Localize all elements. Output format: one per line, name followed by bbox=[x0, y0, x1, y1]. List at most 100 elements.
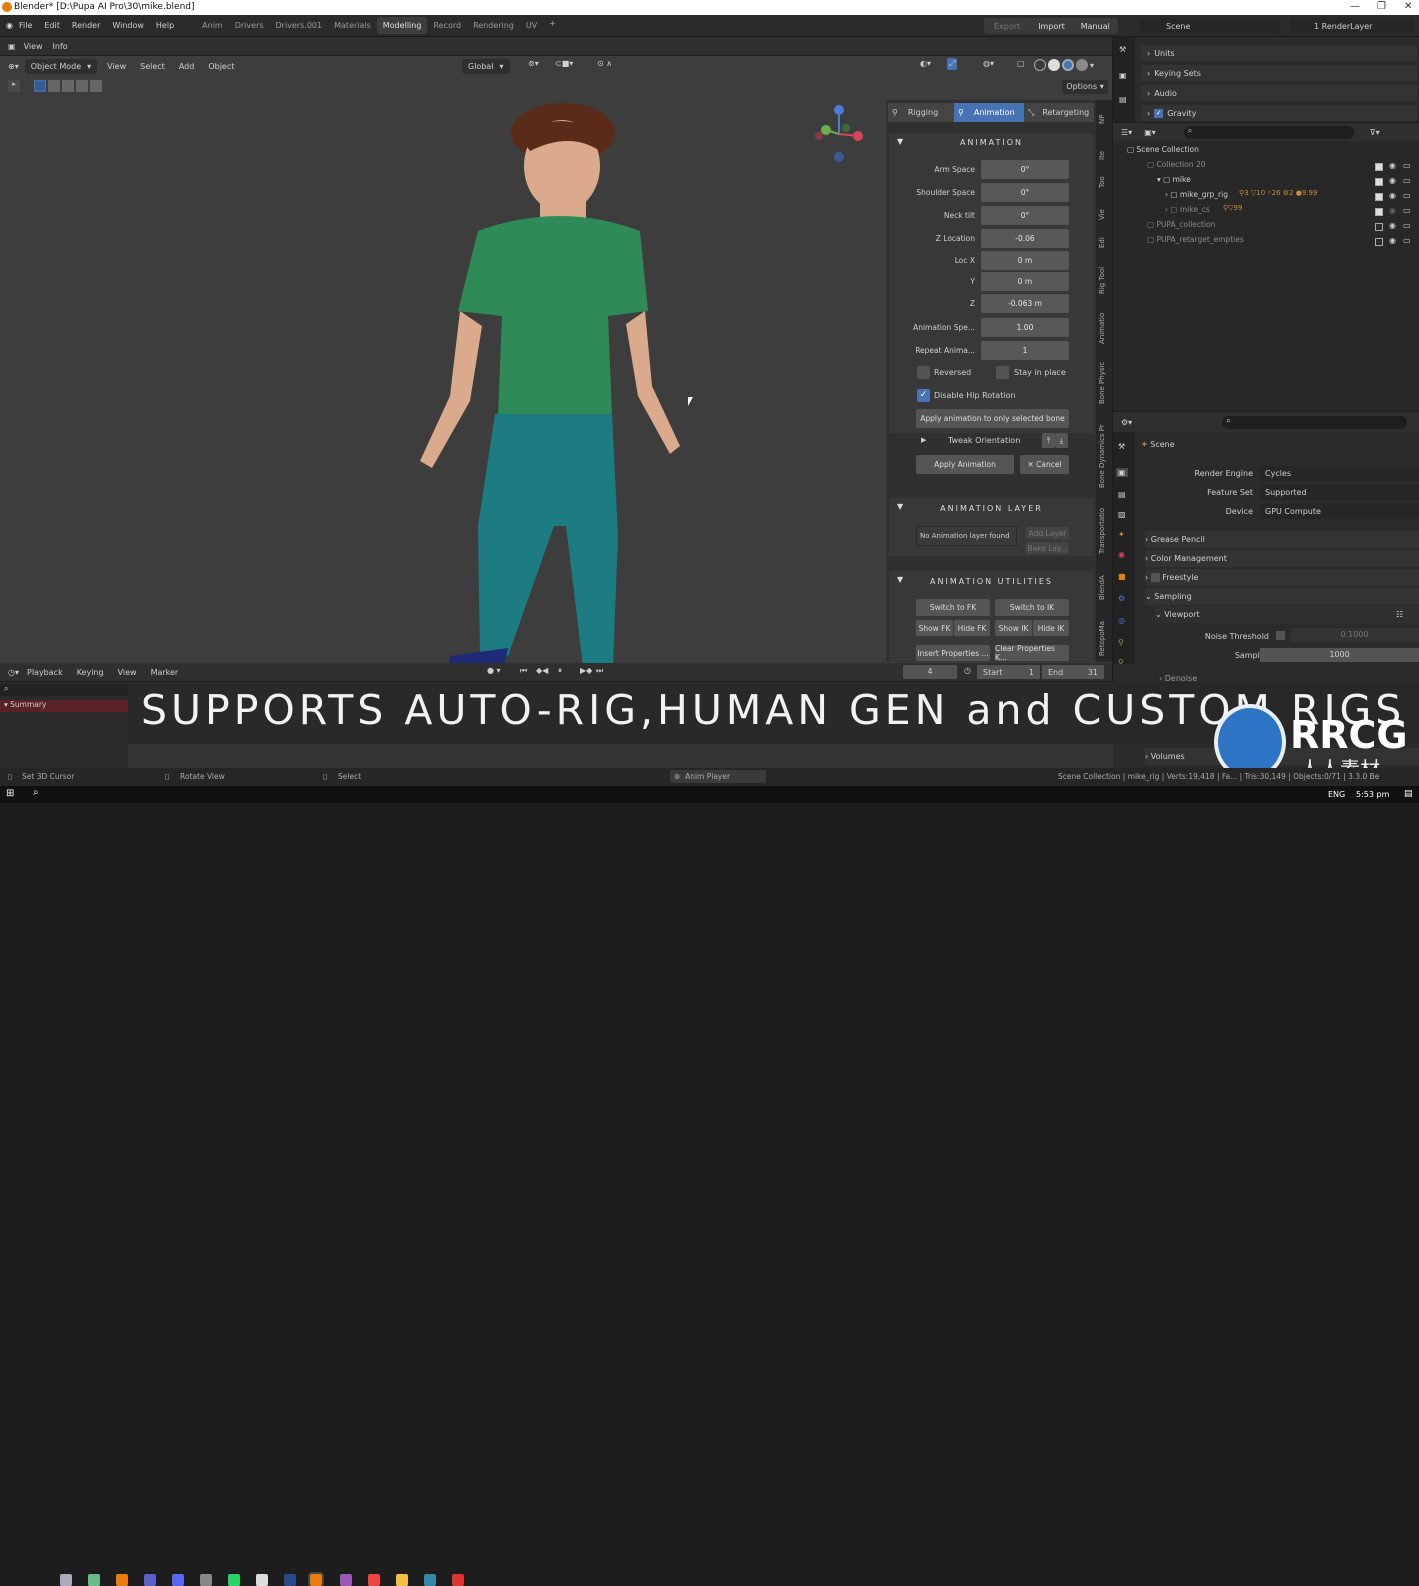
render-icon[interactable]: ▣ bbox=[1119, 71, 1127, 80]
reversed-checkbox[interactable] bbox=[917, 366, 930, 379]
blender-taskbar-icon[interactable] bbox=[310, 1574, 322, 1586]
workspace-tab-drivers[interactable]: Drivers bbox=[229, 17, 270, 34]
material-shading-icon[interactable] bbox=[1062, 59, 1074, 71]
editor-type-icon[interactable]: ▣ bbox=[8, 42, 16, 51]
collapse-arrow-icon[interactable]: ▼ bbox=[897, 502, 905, 511]
teams-icon[interactable] bbox=[144, 1574, 156, 1586]
output-icon[interactable]: ▤ bbox=[1119, 95, 1127, 104]
eye-icon[interactable]: ◉ bbox=[1389, 236, 1396, 245]
whatsapp-icon[interactable] bbox=[228, 1574, 240, 1586]
workspace-tab-drivers-001[interactable]: Drivers.001 bbox=[270, 17, 329, 34]
xray-icon[interactable]: ▢ bbox=[1017, 59, 1025, 68]
monitor-icon[interactable]: ▭ bbox=[1403, 236, 1411, 245]
select-new-icon[interactable] bbox=[34, 80, 46, 92]
maximize-icon[interactable]: ❐ bbox=[1377, 1, 1386, 12]
timeline-editor-icon[interactable]: ◷▾ bbox=[8, 668, 19, 677]
close-icon[interactable]: ✕ bbox=[1404, 1, 1412, 12]
samples-field[interactable]: 1000 bbox=[1260, 648, 1419, 662]
tool-icon[interactable]: ⚒ bbox=[1118, 442, 1125, 451]
physics-icon[interactable]: ◎ bbox=[1118, 616, 1125, 625]
gizmo-icon[interactable]: ⤢ bbox=[947, 58, 958, 70]
menu-help[interactable]: Help bbox=[156, 21, 174, 30]
render-layer-selector[interactable]: 1 RenderLayer bbox=[1290, 18, 1415, 34]
export-button[interactable]: Export bbox=[984, 22, 1030, 31]
tab-rig-tool[interactable]: Rig Tool bbox=[1098, 258, 1110, 294]
color-management-panel[interactable]: › Color Management bbox=[1145, 550, 1419, 567]
file-explorer-icon[interactable] bbox=[396, 1574, 408, 1586]
exclude-checkbox[interactable] bbox=[1375, 163, 1383, 171]
workspace-tab-rendering[interactable]: Rendering bbox=[467, 17, 520, 34]
insert-properties-button[interactable]: Insert Properties ... bbox=[916, 645, 990, 661]
field-value[interactable]: 0 m bbox=[981, 251, 1069, 270]
chrome-icon[interactable] bbox=[368, 1574, 380, 1586]
field-value[interactable]: 1.00 bbox=[981, 318, 1069, 337]
eye-icon[interactable]: ◉ bbox=[1389, 191, 1396, 200]
options-dropdown[interactable]: Options ▾ bbox=[1062, 80, 1108, 94]
info-view-menu[interactable]: View bbox=[24, 42, 43, 51]
field-value[interactable]: 0 m bbox=[981, 272, 1069, 291]
navigation-gizmo[interactable] bbox=[810, 102, 870, 164]
proportional-edit-icon[interactable]: ⊙ ∧ bbox=[597, 59, 612, 68]
tab-blenda[interactable]: BlendA bbox=[1098, 570, 1110, 600]
overlay-icon[interactable]: ◍▾ bbox=[983, 59, 994, 68]
transform-orientation-dropdown[interactable]: Global ▾ bbox=[462, 58, 510, 74]
field-value[interactable]: 0° bbox=[981, 183, 1069, 202]
channel-search-input[interactable]: ⌕ bbox=[0, 684, 128, 696]
select-extend-icon[interactable] bbox=[48, 80, 60, 92]
grease-pencil-panel[interactable]: › Grease Pencil bbox=[1145, 531, 1419, 548]
outliner-item[interactable]: ▢ PUPA_collection bbox=[1147, 220, 1215, 235]
output-properties-icon[interactable]: ▤ bbox=[1118, 490, 1126, 499]
shading-options-icon[interactable]: ▾ bbox=[1090, 61, 1094, 70]
workspace-tab-anim[interactable]: Anim bbox=[196, 17, 229, 34]
import-button[interactable]: Import bbox=[1030, 22, 1073, 31]
feature-set-dropdown[interactable]: Supported bbox=[1260, 485, 1419, 500]
eye-icon[interactable]: ◉ bbox=[1389, 221, 1396, 230]
list-icon[interactable]: ☷ bbox=[1396, 607, 1403, 623]
timeline-menu-keying[interactable]: Keying bbox=[77, 668, 104, 677]
collapse-arrow-icon[interactable]: ▼ bbox=[897, 575, 905, 584]
outliner-search-input[interactable]: ⌕ bbox=[1183, 125, 1354, 139]
app-red-icon[interactable] bbox=[452, 1574, 464, 1586]
timeline-menu-playback[interactable]: Playback bbox=[27, 668, 63, 677]
viewport-menu-object[interactable]: Object bbox=[208, 62, 234, 71]
properties-search-input[interactable]: ⌕ bbox=[1222, 415, 1408, 429]
tab-rigging[interactable]: ⚲ Rigging bbox=[888, 103, 954, 122]
freestyle-panel[interactable]: › Freestyle bbox=[1145, 569, 1419, 586]
character-model[interactable] bbox=[390, 96, 730, 676]
notifications-icon[interactable]: ▤ bbox=[1404, 789, 1413, 799]
viewport-menu-select[interactable]: Select bbox=[140, 62, 165, 71]
outliner-item[interactable]: ▢ PUPA_retarget_empties bbox=[1147, 235, 1244, 250]
exclude-checkbox[interactable] bbox=[1375, 178, 1383, 186]
workspace-tab-uv[interactable]: UV bbox=[520, 17, 543, 34]
snap-icon[interactable]: ⊂■▾ bbox=[555, 59, 573, 68]
properties-editor-icon[interactable]: ⚙▾ bbox=[1121, 418, 1132, 427]
exclude-checkbox[interactable] bbox=[1375, 208, 1383, 216]
cancel-button[interactable]: ✕ Cancel bbox=[1020, 455, 1069, 474]
rendered-shading-icon[interactable] bbox=[1076, 59, 1088, 71]
menu-file[interactable]: File bbox=[19, 21, 32, 30]
menu-edit[interactable]: Edit bbox=[44, 21, 60, 30]
clear-properties-button[interactable]: Clear Properties K... bbox=[995, 644, 1069, 662]
end-frame-field[interactable]: End 31 bbox=[1042, 665, 1104, 679]
tab-item[interactable]: Ite bbox=[1098, 140, 1110, 160]
jump-start-icon[interactable]: ⏮ bbox=[520, 666, 527, 676]
disable-hip-rotation-checkbox[interactable]: ✓ bbox=[917, 389, 930, 402]
wireframe-shading-icon[interactable] bbox=[1034, 59, 1046, 71]
tab-bone-dynamics[interactable]: Bone Dynamics Pr bbox=[1098, 418, 1110, 488]
monitor-icon[interactable]: ▭ bbox=[1403, 191, 1411, 200]
hide-fk-button[interactable]: Hide FK bbox=[954, 620, 990, 636]
render-engine-dropdown[interactable]: Cycles bbox=[1260, 466, 1419, 481]
tab-retopoma[interactable]: RetopoMa bbox=[1098, 612, 1110, 656]
panel-audio[interactable]: › Audio bbox=[1141, 85, 1417, 101]
tab-tool[interactable]: Too bbox=[1098, 168, 1110, 188]
field-value[interactable]: 0° bbox=[981, 160, 1069, 179]
app-blue-icon[interactable] bbox=[424, 1574, 436, 1586]
monitor-icon[interactable]: ▭ bbox=[1403, 221, 1411, 230]
sampling-panel[interactable]: ⌄ Sampling bbox=[1145, 588, 1419, 605]
switch-to-fk-button[interactable]: Switch to FK bbox=[916, 599, 990, 616]
select-invert-icon[interactable] bbox=[76, 80, 88, 92]
stay-in-place-checkbox[interactable] bbox=[996, 366, 1009, 379]
clock-icon[interactable]: ◷ bbox=[964, 666, 971, 675]
viewport-menu-view[interactable]: View bbox=[107, 62, 126, 71]
gravity-checkbox[interactable]: ✓ bbox=[1154, 108, 1164, 118]
